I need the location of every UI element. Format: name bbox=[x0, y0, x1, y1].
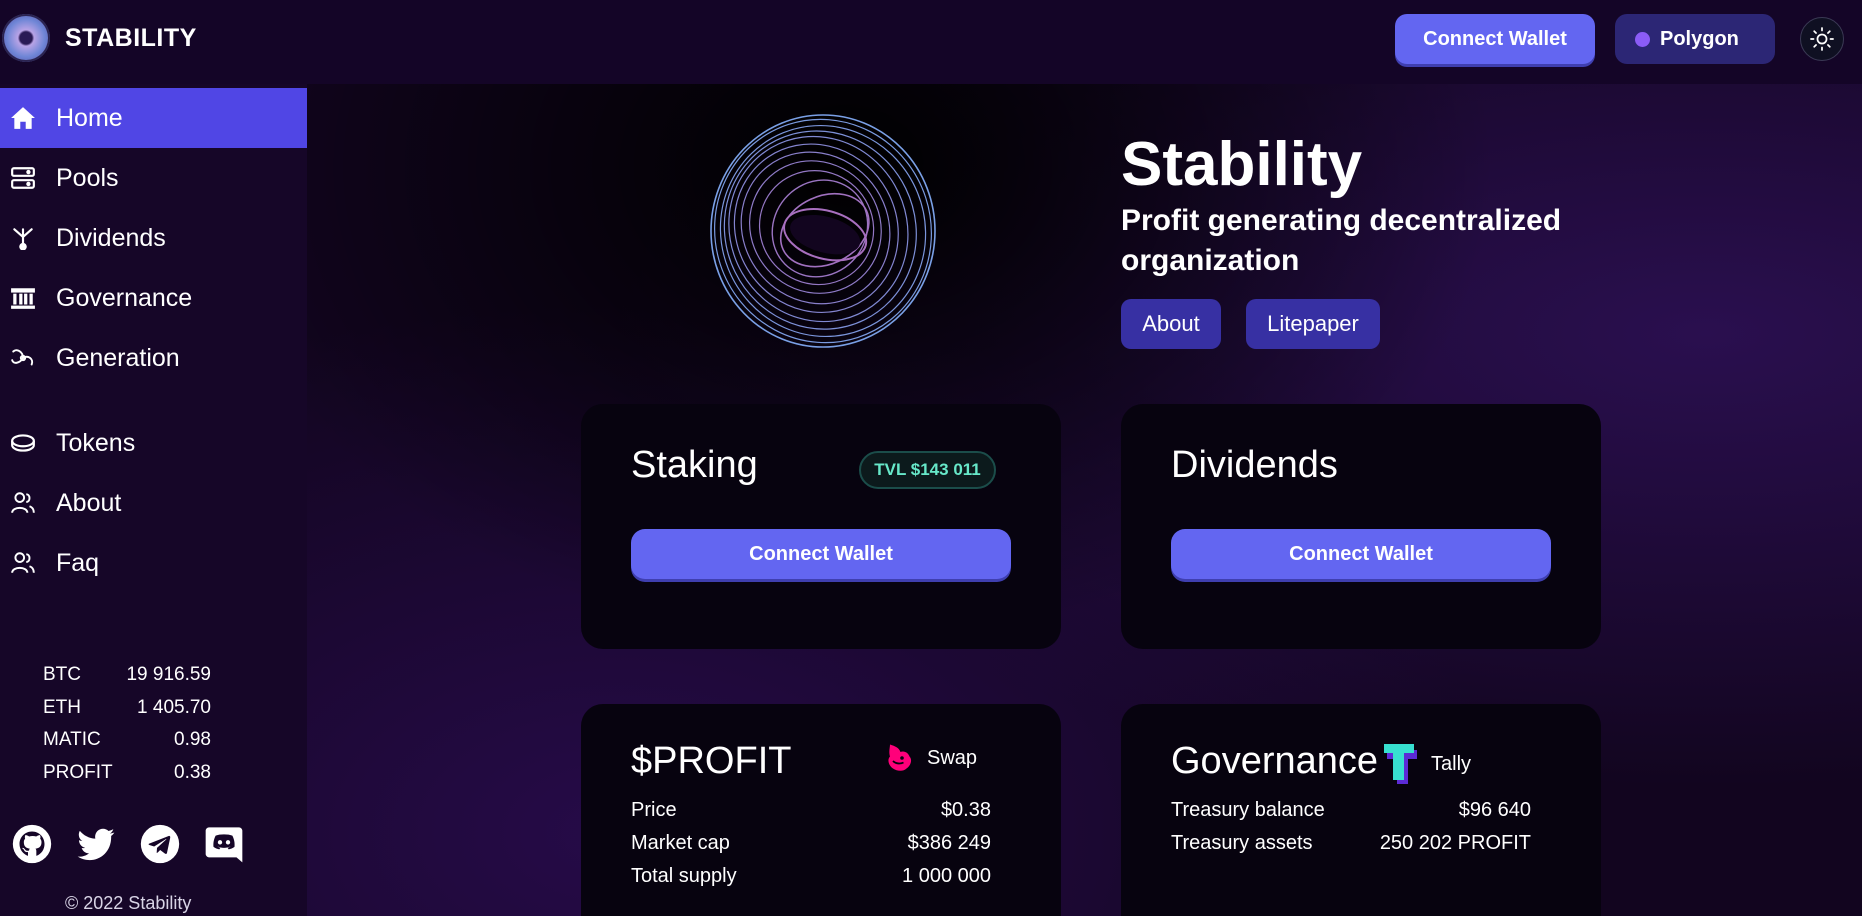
network-selector[interactable]: Polygon bbox=[1615, 14, 1775, 64]
sidebar-item-label: Tokens bbox=[56, 428, 136, 457]
sidebar: Home Pools Dividends Governance Generati… bbox=[0, 84, 307, 916]
network-status-dot bbox=[1635, 31, 1650, 47]
server-icon bbox=[11, 167, 35, 189]
about-button[interactable]: About bbox=[1121, 299, 1221, 349]
uniswap-icon bbox=[888, 744, 912, 771]
tally-label: Tally bbox=[1431, 752, 1472, 775]
dividends-card: Dividends Connect Wallet bbox=[1121, 404, 1601, 649]
theme-toggle-button[interactable] bbox=[1800, 17, 1844, 61]
swirl-icon bbox=[11, 349, 34, 366]
top-bar: STABILITY Connect Wallet Polygon bbox=[0, 0, 1862, 84]
stat-label: Treasury balance bbox=[1171, 799, 1325, 821]
stat-value: 1 000 000 bbox=[902, 865, 991, 887]
sidebar-item-tokens[interactable]: Tokens bbox=[0, 413, 307, 473]
tally-icon bbox=[1384, 744, 1417, 784]
sidebar-item-home[interactable]: Home bbox=[0, 88, 307, 148]
telegram-icon[interactable] bbox=[140, 824, 180, 864]
price-row: MATIC 0.98 bbox=[43, 729, 211, 762]
sidebar-item-label: Home bbox=[56, 103, 123, 132]
coin-icon bbox=[11, 434, 35, 452]
swap-label: Swap bbox=[927, 746, 978, 769]
hero-title: Stability bbox=[1121, 130, 1363, 199]
staking-card: Staking TVL $143 011 Connect Wallet bbox=[581, 404, 1061, 649]
price-symbol: BTC bbox=[43, 664, 81, 685]
sidebar-item-pools[interactable]: Pools bbox=[0, 148, 307, 208]
card-title: $PROFIT bbox=[631, 740, 792, 782]
profit-stats: Price $0.38 Market cap $386 249 Total su… bbox=[631, 799, 991, 898]
card-title: Dividends bbox=[1171, 444, 1338, 486]
sidebar-item-label: Generation bbox=[56, 343, 180, 372]
stat-label: Treasury assets bbox=[1171, 832, 1313, 854]
hero-subtitle: Profit generating decentralized organiza… bbox=[1121, 204, 1562, 277]
sidebar-item-label: Governance bbox=[56, 283, 193, 312]
tally-link[interactable]: Tally bbox=[1383, 740, 1471, 788]
price-row: BTC 19 916.59 bbox=[43, 664, 211, 697]
twitter-icon[interactable] bbox=[76, 824, 116, 864]
sidebar-item-label: Faq bbox=[56, 548, 100, 577]
split-icon bbox=[13, 228, 33, 250]
price-row: PROFIT 0.38 bbox=[43, 762, 211, 795]
stat-value: $96 640 bbox=[1458, 799, 1531, 821]
stat-label: Total supply bbox=[631, 865, 737, 887]
social-links bbox=[12, 824, 244, 864]
users-icon bbox=[11, 552, 35, 574]
sidebar-item-generation[interactable]: Generation bbox=[0, 328, 307, 388]
price-value: 19 916.59 bbox=[126, 664, 211, 685]
stat-row: Total supply 1 000 000 bbox=[631, 865, 991, 898]
github-icon[interactable] bbox=[12, 824, 52, 864]
stability-logo[interactable] bbox=[2, 14, 50, 62]
users-icon bbox=[11, 492, 35, 514]
card-title: Governance bbox=[1171, 740, 1379, 782]
stability-hero-logo bbox=[710, 114, 936, 348]
price-symbol: PROFIT bbox=[43, 761, 113, 783]
price-value: 0.98 bbox=[174, 729, 211, 750]
governance-stats: Treasury balance $96 640 Treasury assets… bbox=[1171, 799, 1531, 865]
bank-icon bbox=[11, 288, 35, 309]
main-content: Stability Profit generating decentralize… bbox=[307, 84, 1862, 916]
discord-icon[interactable] bbox=[204, 824, 244, 864]
swap-link[interactable]: Swap bbox=[881, 740, 977, 776]
sidebar-item-about[interactable]: About bbox=[0, 473, 307, 533]
sidebar-item-label: About bbox=[56, 488, 122, 517]
price-row: ETH 1 405.70 bbox=[43, 697, 211, 730]
home-icon bbox=[11, 107, 35, 129]
copyright-text: © 2022 Stability bbox=[65, 893, 192, 913]
stat-label: Market cap bbox=[631, 832, 730, 854]
stat-row: Market cap $386 249 bbox=[631, 832, 991, 865]
price-symbol: ETH bbox=[43, 696, 81, 718]
price-value: 0.38 bbox=[174, 761, 211, 783]
dividends-connect-wallet-button[interactable]: Connect Wallet bbox=[1171, 529, 1551, 579]
sidebar-item-label: Dividends bbox=[56, 223, 166, 252]
litepaper-button[interactable]: Litepaper bbox=[1246, 299, 1380, 349]
sidebar-item-dividends[interactable]: Dividends bbox=[0, 208, 307, 268]
price-value: 1 405.70 bbox=[137, 696, 211, 718]
staking-connect-wallet-button[interactable]: Connect Wallet bbox=[631, 529, 1011, 579]
brand-name[interactable]: STABILITY bbox=[65, 24, 197, 53]
network-label: Polygon bbox=[1660, 27, 1739, 50]
stat-value: $386 249 bbox=[907, 832, 991, 854]
governance-card: Governance Tally Treasury balance $96 64… bbox=[1121, 704, 1601, 916]
sidebar-item-label: Pools bbox=[56, 163, 119, 192]
stat-row: Treasury assets 250 202 PROFIT bbox=[1171, 832, 1531, 865]
sidebar-item-governance[interactable]: Governance bbox=[0, 268, 307, 328]
sun-icon bbox=[1810, 27, 1834, 51]
stat-label: Price bbox=[631, 799, 677, 821]
stat-row: Treasury balance $96 640 bbox=[1171, 799, 1531, 832]
stat-value: $0.38 bbox=[940, 799, 991, 821]
profit-token-card: $PROFIT Swap Price $0.38 Market cap $386… bbox=[581, 704, 1061, 916]
price-ticker: BTC 19 916.59 ETH 1 405.70 MATIC 0.98 PR… bbox=[43, 664, 211, 794]
stat-row: Price $0.38 bbox=[631, 799, 991, 832]
tvl-badge: TVL $143 011 bbox=[859, 451, 996, 489]
card-title: Staking bbox=[631, 444, 758, 486]
stat-value: 250 202 PROFIT bbox=[1379, 832, 1531, 854]
connect-wallet-button[interactable]: Connect Wallet bbox=[1395, 14, 1595, 64]
price-symbol: MATIC bbox=[43, 729, 101, 750]
sidebar-item-faq[interactable]: Faq bbox=[0, 533, 307, 593]
